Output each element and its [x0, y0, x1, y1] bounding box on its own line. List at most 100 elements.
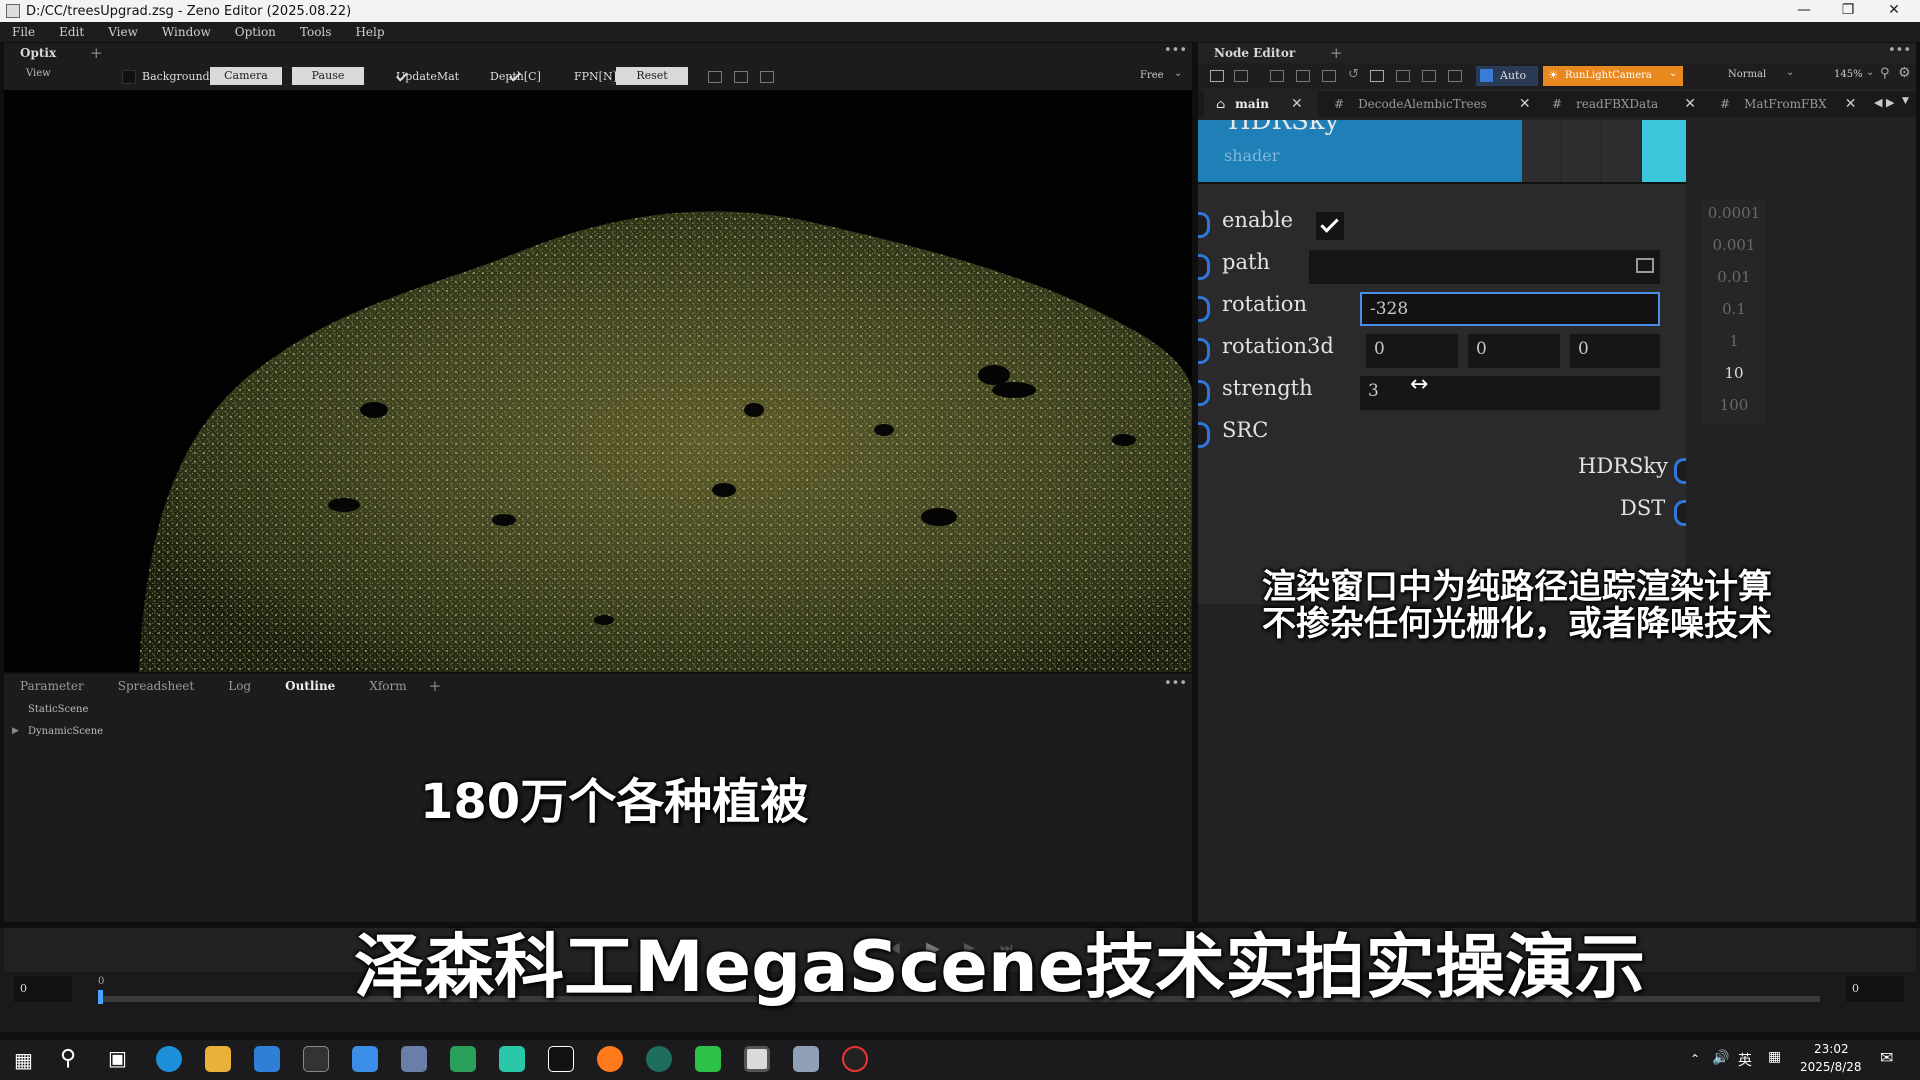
rotation-input[interactable]: -328 [1360, 292, 1660, 326]
subnet-icon[interactable] [1234, 70, 1248, 82]
grid-icon[interactable] [1370, 70, 1384, 82]
path-socket[interactable] [1198, 254, 1210, 280]
chevron-down-icon[interactable]: ⌄ [1174, 68, 1182, 79]
close-icon[interactable]: ✕ [1872, 0, 1916, 22]
app-icon[interactable] [401, 1046, 427, 1072]
camera-button[interactable]: Camera [210, 67, 282, 85]
node-header-slot[interactable] [1562, 120, 1600, 182]
layout-icon[interactable] [1210, 70, 1224, 82]
menu-tools[interactable]: Tools [288, 25, 344, 39]
minimize-icon[interactable]: — [1782, 0, 1826, 22]
list-icon[interactable] [1396, 70, 1410, 82]
reset-button[interactable]: Reset [616, 67, 688, 85]
rotation3d-z-input[interactable]: 0 [1570, 334, 1660, 368]
clock-date[interactable]: 2025/8/28 [1800, 1060, 1862, 1074]
zeno-editor-icon[interactable] [744, 1046, 770, 1072]
zoom-select[interactable]: 145% [1834, 69, 1863, 80]
rotation-socket[interactable] [1198, 296, 1210, 322]
menu-view[interactable]: View [96, 25, 150, 39]
tab-optix[interactable]: Optix [20, 46, 56, 60]
expand-arrow-icon[interactable]: ▶ [12, 726, 19, 736]
menu-help[interactable]: Help [343, 25, 396, 39]
app-icon[interactable] [793, 1046, 819, 1072]
notification-icon[interactable]: ✉ [1880, 1048, 1893, 1067]
scale-option[interactable]: 0.0001 [1702, 204, 1766, 222]
edge-icon[interactable] [156, 1046, 182, 1072]
end-frame-input[interactable]: 0 [1846, 976, 1904, 1002]
close-icon[interactable]: ✕ [1684, 96, 1696, 112]
menu-file[interactable]: File [0, 25, 47, 39]
close-icon[interactable]: ✕ [1519, 96, 1531, 112]
src-socket[interactable] [1198, 422, 1210, 448]
tab-spreadsheet[interactable]: Spreadsheet [118, 679, 195, 693]
add-tab-button[interactable]: + [1330, 44, 1343, 62]
hdrsky-output-socket[interactable] [1674, 458, 1686, 484]
tab-outline[interactable]: Outline [285, 679, 335, 693]
volume-icon[interactable]: 🔊 [1712, 1050, 1729, 1066]
enable-checkbox[interactable] [1316, 212, 1344, 240]
store-icon[interactable] [254, 1046, 280, 1072]
view-fit-icon[interactable] [760, 71, 774, 83]
rotation3d-y-input[interactable]: 0 [1468, 334, 1560, 368]
recorder-icon[interactable] [842, 1046, 868, 1072]
panel-icon[interactable] [1322, 70, 1336, 82]
menu-window[interactable]: Window [150, 25, 223, 39]
search-app-icon[interactable] [597, 1046, 623, 1072]
gear-icon[interactable]: ⚙ [1898, 65, 1911, 81]
tree-item-dynamicscene[interactable]: DynamicScene [28, 726, 103, 737]
drag-scale-popup[interactable]: 0.0001 0.001 0.01 0.1 1 10 100 [1702, 200, 1766, 424]
tab-matfromfbx[interactable]: # MatFromFBX ✕ [1712, 91, 1872, 117]
start-frame-input[interactable]: 0 [14, 976, 72, 1002]
clock-time[interactable]: 23:02 [1814, 1042, 1849, 1056]
capcut-icon[interactable] [548, 1046, 574, 1072]
tab-readfbxdata[interactable]: # readFBXData ✕ [1544, 91, 1704, 117]
tree-item-staticscene[interactable]: StaticScene [28, 704, 88, 715]
path-input[interactable] [1309, 250, 1660, 284]
start-icon[interactable]: ▦ [14, 1048, 33, 1072]
more-icon[interactable]: ••• [1888, 43, 1911, 58]
tab-scroll-left-icon[interactable]: ◀ [1874, 96, 1882, 109]
mode-select[interactable]: Normal [1728, 69, 1766, 80]
tray-chevron-icon[interactable]: ⌃ [1690, 1052, 1700, 1066]
chevron-down-icon[interactable]: ⌄ [1669, 68, 1677, 79]
node-editor-title[interactable]: Node Editor [1214, 46, 1295, 60]
tab-decodealembictrees[interactable]: # DecodeAlembicTrees ✕ [1326, 91, 1536, 117]
task-view-icon[interactable]: ▣ [108, 1046, 127, 1070]
scale-option[interactable]: 0.01 [1702, 268, 1766, 286]
tab-menu-icon[interactable]: ▼ [1902, 96, 1909, 106]
image-icon[interactable] [1448, 70, 1462, 82]
optix-viewport[interactable] [4, 90, 1192, 672]
link-icon[interactable]: ↺ [1348, 67, 1359, 82]
run-lightcamera-button[interactable]: ☀ RunLightCamera ⌄ [1543, 66, 1683, 86]
app-icon[interactable] [352, 1046, 378, 1072]
wechat-icon[interactable] [695, 1046, 721, 1072]
auto-toggle[interactable]: Auto [1476, 66, 1538, 86]
node-header-slot[interactable] [1602, 120, 1640, 182]
scale-option[interactable]: 0.1 [1702, 300, 1766, 318]
hdrsky-node[interactable]: HDRSky shader enable path rotation -328 … [1198, 120, 1686, 604]
enable-socket[interactable] [1198, 212, 1210, 238]
more-icon[interactable]: ••• [1164, 43, 1187, 58]
view-label[interactable]: View [26, 68, 51, 79]
chevron-down-icon[interactable]: ⌄ [1866, 67, 1874, 78]
tab-log[interactable]: Log [228, 679, 251, 693]
strength-input[interactable]: 3 [1360, 376, 1660, 410]
input-language[interactable]: 英 [1738, 1050, 1752, 1070]
close-icon[interactable]: ✕ [1845, 96, 1857, 112]
dst-output-socket[interactable] [1674, 500, 1686, 526]
background-checkbox[interactable] [122, 70, 136, 84]
node-view-toggle[interactable] [1642, 120, 1686, 182]
ide-icon[interactable] [499, 1046, 525, 1072]
rotation3d-x-input[interactable]: 0 [1366, 334, 1458, 368]
node-header-slot[interactable] [1522, 120, 1560, 182]
terminal-icon[interactable] [303, 1046, 329, 1072]
monitor-icon[interactable] [450, 1046, 476, 1072]
folder-icon[interactable] [1636, 258, 1654, 273]
ime-grid-icon[interactable]: ▦ [1768, 1049, 1781, 1065]
scale-option[interactable]: 100 [1702, 396, 1766, 414]
auto-checkbox[interactable] [1480, 69, 1493, 82]
tab-main[interactable]: ⌂ main ✕ [1204, 91, 1318, 117]
restore-icon[interactable]: ❐ [1826, 0, 1870, 22]
search-icon[interactable]: ⚲ [1880, 66, 1890, 81]
tab-scroll-right-icon[interactable]: ▶ [1886, 96, 1894, 109]
